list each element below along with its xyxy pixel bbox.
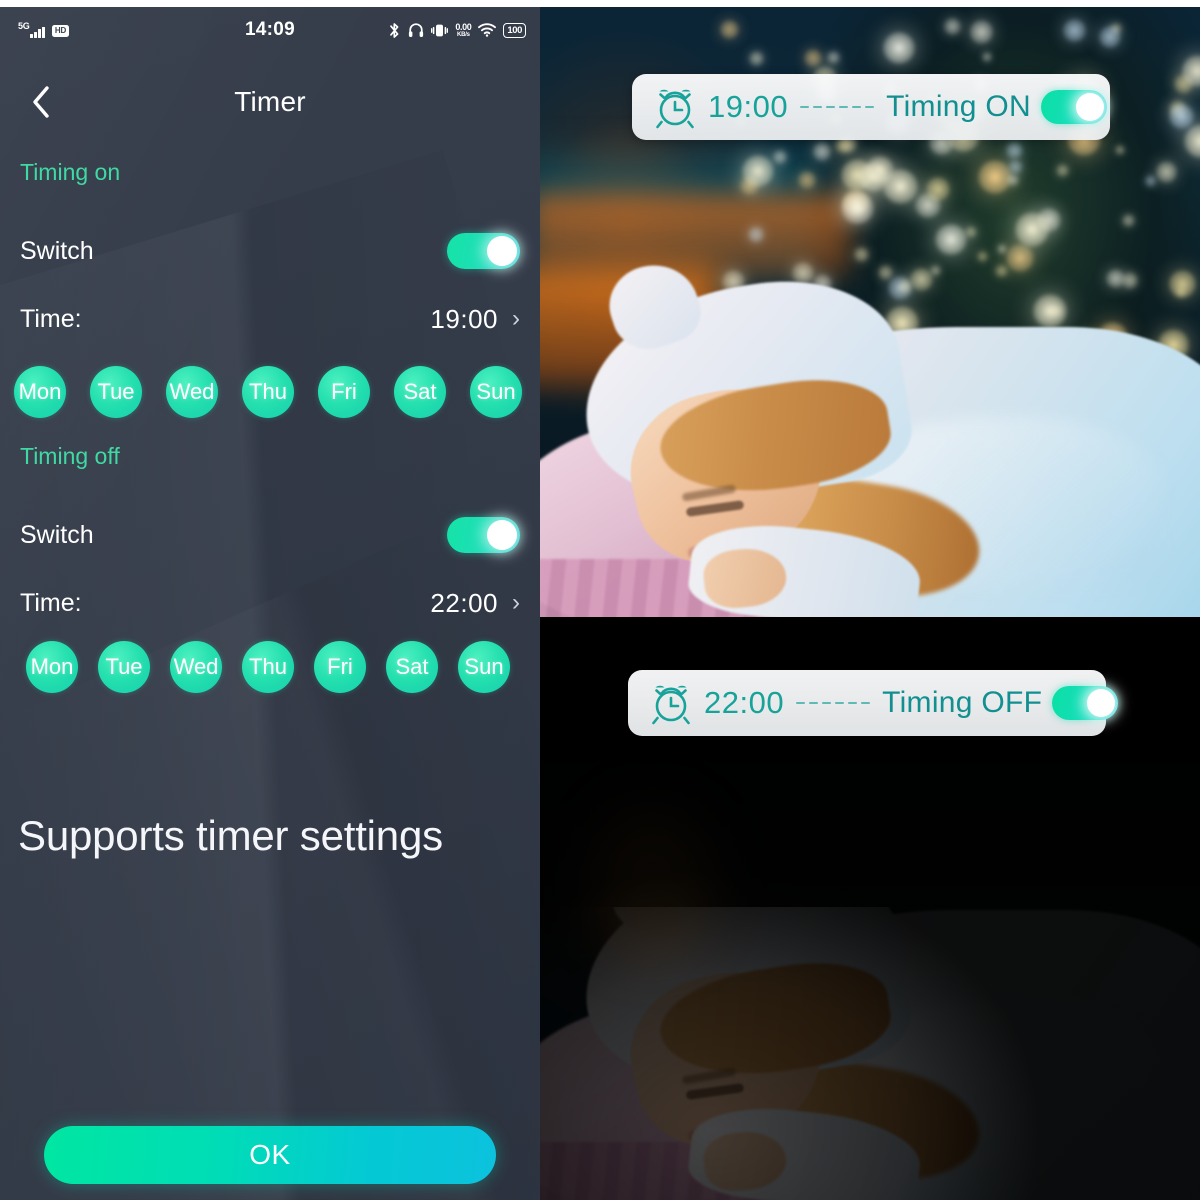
timing-off-day-sun[interactable]: Sun bbox=[458, 641, 510, 693]
timing-off-day-wed[interactable]: Wed bbox=[170, 641, 222, 693]
signal-icon: 5G bbox=[18, 22, 45, 38]
chevron-right-icon: › bbox=[512, 589, 520, 616]
timing-on-time-label: Time: bbox=[20, 304, 82, 333]
card-dashed-separator bbox=[800, 105, 875, 109]
card-status-label: Timing OFF bbox=[882, 686, 1043, 719]
timing-on-day-wed[interactable]: Wed bbox=[166, 366, 218, 418]
card-time-value: 22:00 bbox=[704, 685, 785, 720]
day-label: Fri bbox=[331, 379, 357, 404]
timing-on-switch-toggle[interactable] bbox=[447, 233, 520, 269]
timing-off-day-mon[interactable]: Mon bbox=[26, 641, 78, 693]
day-label: Thu bbox=[249, 379, 287, 404]
timing-on-day-sat[interactable]: Sat bbox=[394, 366, 446, 418]
timing-on-day-thu[interactable]: Thu bbox=[242, 366, 294, 418]
alarm-clock-icon bbox=[652, 685, 690, 725]
timing-off-switch-toggle[interactable] bbox=[447, 517, 520, 553]
day-label: Tue bbox=[97, 379, 135, 404]
status-bar-right: 0.00 KB/s 100 bbox=[388, 22, 526, 39]
day-label: Wed bbox=[173, 654, 219, 679]
phone-app-panel: 5G HD 14:09 0.00 KB/s 100 Timer Timing o… bbox=[0, 7, 540, 1200]
timing-off-day-fri[interactable]: Fri bbox=[314, 641, 366, 693]
ok-button[interactable]: OK bbox=[44, 1126, 496, 1184]
timing-on-day-sun[interactable]: Sun bbox=[470, 366, 522, 418]
status-bar: 5G HD 14:09 0.00 KB/s 100 bbox=[0, 7, 540, 53]
photo-lights-on: 19:00 Timing ON bbox=[540, 7, 1200, 617]
timing-off-day-thu[interactable]: Thu bbox=[242, 641, 294, 693]
day-label: Thu bbox=[249, 654, 287, 679]
card-status-label: Timing ON bbox=[886, 90, 1032, 123]
section-heading-timing-off: Timing off bbox=[20, 443, 120, 469]
timing-off-switch-row: Switch bbox=[20, 515, 520, 555]
day-label: Mon bbox=[18, 379, 62, 404]
night-warm-glow bbox=[592, 807, 712, 957]
vibrate-icon bbox=[431, 24, 449, 36]
data-rate-indicator: 0.00 KB/s bbox=[455, 21, 472, 38]
timing-off-time-label: Time: bbox=[20, 588, 82, 617]
alarm-clock-icon bbox=[656, 89, 694, 129]
timing-off-overlay-card: 22:00 Timing OFF bbox=[628, 670, 1119, 736]
headphones-icon bbox=[409, 23, 424, 37]
day-label: Wed bbox=[169, 379, 215, 404]
section-heading-timing-on: Timing on bbox=[20, 159, 121, 185]
status-bar-clock: 14:09 bbox=[244, 19, 296, 40]
network-type-label: 5G bbox=[18, 21, 30, 31]
timing-off-day-tue[interactable]: Tue bbox=[98, 641, 150, 693]
timing-on-switch-label: Switch bbox=[20, 236, 94, 265]
toggle-knob bbox=[487, 520, 517, 550]
day-label: Sun bbox=[464, 654, 504, 679]
timing-off-day-sat[interactable]: Sat bbox=[386, 641, 438, 693]
timing-on-time-value: 19:00 bbox=[430, 303, 498, 334]
timing-on-day-tue[interactable]: Tue bbox=[90, 366, 142, 418]
tagline-text: Supports timer settings bbox=[18, 812, 443, 859]
battery-icon: 100 bbox=[503, 22, 526, 38]
timing-off-switch-label: Switch bbox=[20, 520, 94, 549]
nav-bar: Timer bbox=[0, 69, 540, 135]
timing-off-time-value: 22:00 bbox=[430, 587, 498, 618]
photo-lights-off: 22:00 Timing OFF bbox=[540, 617, 1200, 1200]
timing-on-day-selector: Mon Tue Wed Thu Fri Sat Sun bbox=[14, 366, 530, 420]
sleeping-child-scene bbox=[540, 214, 1200, 617]
timing-on-time-row[interactable]: Time: 19:00 › bbox=[20, 299, 520, 339]
card-time-value: 19:00 bbox=[708, 89, 789, 124]
toggle-knob bbox=[1087, 689, 1116, 717]
toggle-knob bbox=[1076, 93, 1105, 121]
toggle-knob bbox=[487, 236, 517, 266]
data-rate-value: 0.00 bbox=[455, 21, 472, 32]
signal-bars-icon bbox=[30, 25, 45, 38]
wifi-icon bbox=[478, 23, 497, 37]
data-rate-unit: KB/s bbox=[456, 31, 470, 38]
timing-on-overlay-card: 19:00 Timing ON bbox=[632, 74, 1110, 140]
timing-off-time-row[interactable]: Time: 22:00 › bbox=[20, 583, 520, 623]
card-dashed-separator bbox=[796, 701, 871, 705]
timing-on-day-mon[interactable]: Mon bbox=[14, 366, 66, 418]
day-label: Sun bbox=[476, 379, 516, 404]
page-title: Timer bbox=[234, 86, 306, 117]
hd-badge: HD bbox=[51, 25, 70, 37]
bluetooth-icon bbox=[390, 22, 399, 38]
day-label: Sat bbox=[403, 379, 437, 404]
timing-off-day-selector: Mon Tue Wed Thu Fri Sat Sun bbox=[26, 641, 540, 695]
status-bar-left: 5G HD bbox=[18, 22, 70, 38]
day-label: Tue bbox=[105, 654, 143, 679]
screenshot-root: 5G HD 14:09 0.00 KB/s 100 Timer Timing o… bbox=[0, 0, 1200, 1200]
timing-on-day-fri[interactable]: Fri bbox=[318, 366, 370, 418]
timing-on-switch-row: Switch bbox=[20, 231, 520, 271]
card-toggle[interactable] bbox=[1041, 90, 1108, 124]
top-white-strip bbox=[0, 0, 1200, 7]
photo-column: 19:00 Timing ON 22:00 Timing OFF bbox=[540, 7, 1200, 1200]
day-label: Sat bbox=[395, 654, 429, 679]
card-toggle[interactable] bbox=[1052, 686, 1119, 720]
chevron-right-icon: › bbox=[512, 305, 520, 332]
day-label: Mon bbox=[30, 654, 74, 679]
day-label: Fri bbox=[327, 654, 353, 679]
